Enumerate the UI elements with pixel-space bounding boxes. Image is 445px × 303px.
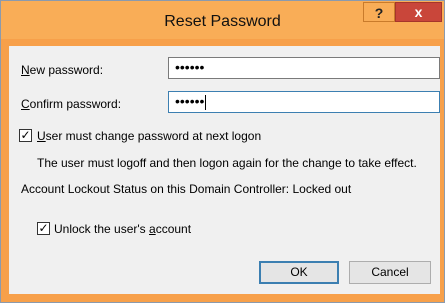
must-change-password-label[interactable]: User must change password at next logon bbox=[37, 129, 261, 143]
cancel-button[interactable]: Cancel bbox=[349, 261, 431, 284]
unlock-account-checkbox[interactable]: ✓ bbox=[37, 222, 50, 235]
close-button[interactable]: x bbox=[395, 2, 442, 22]
must-change-password-checkbox[interactable]: ✓ bbox=[19, 129, 32, 142]
confirm-password-field[interactable]: •••••• bbox=[168, 91, 440, 113]
new-password-label: New password: bbox=[21, 63, 104, 77]
confirm-password-label: Confirm password: bbox=[21, 97, 122, 111]
text-caret bbox=[205, 94, 207, 110]
dialog-body: New password: •••••• Confirm password: •… bbox=[9, 46, 440, 294]
logoff-info-text: The user must logoff and then logon agai… bbox=[37, 156, 417, 170]
lockout-status-text: Account Lockout Status on this Domain Co… bbox=[21, 182, 352, 196]
title-bar[interactable]: Reset Password ? x bbox=[1, 1, 444, 39]
reset-password-dialog: Reset Password ? x New password: •••••• … bbox=[0, 0, 445, 303]
ok-button[interactable]: OK bbox=[259, 261, 339, 284]
unlock-account-label[interactable]: Unlock the user's account bbox=[54, 222, 191, 236]
help-button[interactable]: ? bbox=[363, 2, 395, 22]
new-password-field[interactable]: •••••• bbox=[168, 57, 440, 79]
